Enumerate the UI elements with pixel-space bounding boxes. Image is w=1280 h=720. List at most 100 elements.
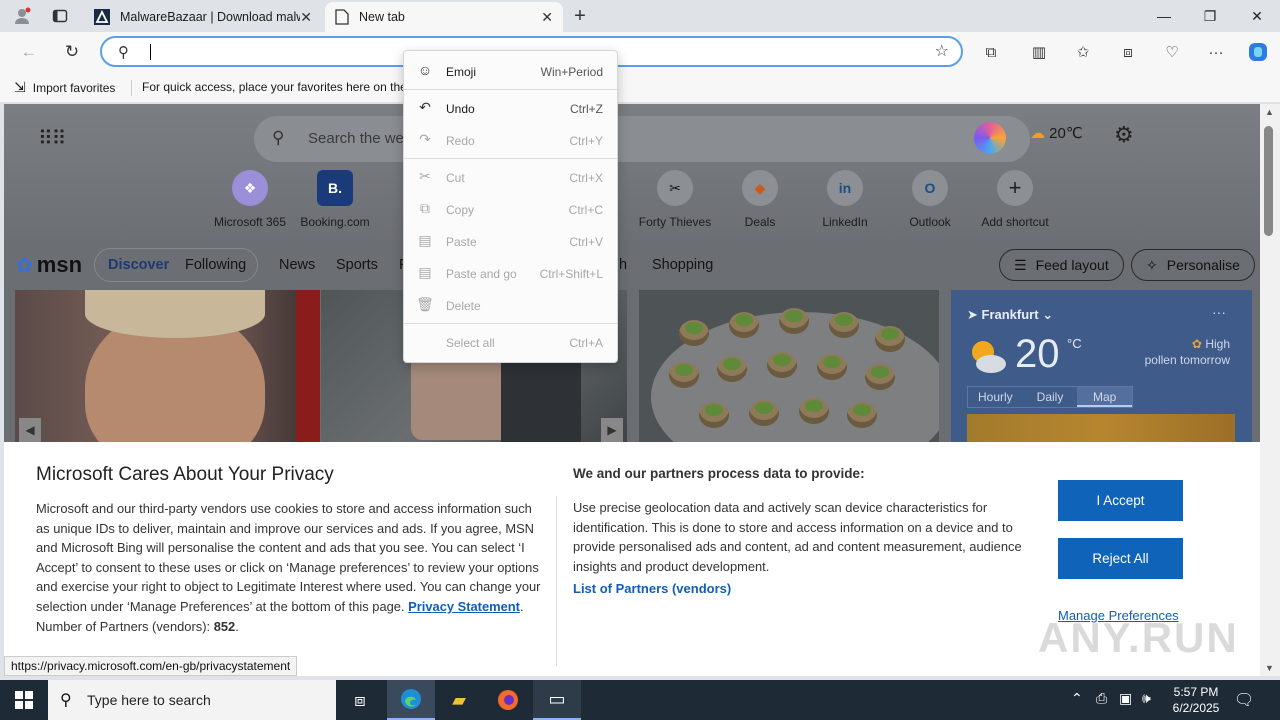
new-tab-icon[interactable]: + bbox=[566, 4, 594, 28]
weather-tab-map[interactable]: Map bbox=[1077, 387, 1133, 407]
booking-icon: B. bbox=[317, 170, 353, 206]
personalise-button[interactable]: ✧ Personalise bbox=[1131, 249, 1255, 281]
menu-item-paste[interactable]: ▤ Paste Ctrl+V bbox=[404, 228, 617, 254]
import-favorites-button[interactable]: ⇲ Import favorites bbox=[14, 79, 115, 96]
shortcut-booking[interactable]: B. Booking.com bbox=[292, 170, 378, 229]
tray-chevron-icon[interactable]: ⌃ bbox=[1071, 690, 1083, 707]
shortcut-label: Deals bbox=[744, 215, 776, 229]
favorite-star-icon[interactable]: ☆ bbox=[935, 41, 949, 61]
copilot-icon[interactable] bbox=[1244, 40, 1272, 64]
scroll-up-icon[interactable]: ▲ bbox=[1265, 107, 1274, 117]
news-card-image[interactable] bbox=[639, 290, 939, 442]
edge-taskbar-icon[interactable] bbox=[387, 680, 435, 720]
reject-all-button[interactable]: Reject All bbox=[1058, 538, 1183, 579]
linkedin-icon: in bbox=[827, 170, 863, 206]
partners-list-link[interactable]: List of Partners (vendors) bbox=[573, 581, 731, 596]
nav-discover[interactable]: Discover bbox=[108, 257, 169, 273]
weather-tab-hourly[interactable]: Hourly bbox=[968, 387, 1023, 407]
weather-location[interactable]: ➤ Frankfurt ⌄ bbox=[967, 307, 1053, 323]
tray-device-icon[interactable]: ⎙ bbox=[1096, 690, 1107, 707]
scrollbar-thumb[interactable] bbox=[1264, 126, 1273, 236]
page-icon bbox=[335, 9, 349, 25]
tab-actions-icon[interactable] bbox=[46, 4, 74, 28]
menu-item-emoji[interactable]: ☺ Emoji Win+Period bbox=[404, 58, 617, 84]
close-tab-icon[interactable]: ✕ bbox=[541, 9, 553, 26]
news-card-image[interactable]: ◀ bbox=[15, 290, 320, 442]
shortcut-label: Microsoft 365 bbox=[213, 215, 287, 229]
feed-layout-button[interactable]: ☰ Feed layout bbox=[999, 249, 1124, 281]
extensions-icon[interactable]: ⧉ bbox=[977, 40, 1005, 64]
split-screen-icon[interactable]: ▥ bbox=[1025, 40, 1053, 64]
collections-icon[interactable]: ⧈ bbox=[1114, 40, 1142, 64]
menu-item-label: Emoji bbox=[446, 65, 477, 79]
back-icon[interactable]: ← bbox=[14, 38, 44, 66]
shortcut-microsoft-365[interactable]: ❖ Microsoft 365 bbox=[207, 170, 293, 229]
refresh-icon[interactable]: ↻ bbox=[57, 38, 87, 66]
menu-item-cut[interactable]: ✂ Cut Ctrl+X bbox=[404, 164, 617, 190]
menu-item-select-all[interactable]: Select all Ctrl+A bbox=[404, 329, 617, 355]
tab-malwarebazaar[interactable]: MalwareBazaar | Download malware samples… bbox=[84, 2, 322, 32]
weather-tab-daily[interactable]: Daily bbox=[1023, 387, 1078, 407]
network-icon[interactable]: ▣ bbox=[1119, 690, 1132, 707]
shortcut-forty-thieves[interactable]: ✂ Forty Thieves bbox=[632, 170, 718, 229]
menu-item-label: Cut bbox=[446, 171, 465, 185]
nav-following[interactable]: Following bbox=[185, 257, 246, 273]
more-options-icon[interactable]: ··· bbox=[1212, 304, 1226, 320]
favorites-icon[interactable]: ✩ bbox=[1069, 40, 1097, 64]
menu-item-paste-and-go[interactable]: ▤ Paste and go Ctrl+Shift+L bbox=[404, 260, 617, 286]
web-search-box[interactable]: ⚲ Search the web bbox=[254, 116, 1030, 162]
malwarebazaar-favicon bbox=[94, 9, 110, 25]
apps-grid-icon[interactable]: ⠿⠿ bbox=[38, 126, 66, 151]
restore-icon[interactable]: ❐ bbox=[1187, 0, 1233, 32]
shortcut-linkedin[interactable]: in LinkedIn bbox=[802, 170, 888, 229]
scroll-down-icon[interactable]: ▼ bbox=[1265, 663, 1274, 673]
weather-card[interactable]: ➤ Frankfurt ⌄ ··· 20 °C ✿ High pollen to… bbox=[951, 290, 1252, 444]
firefox-icon[interactable] bbox=[484, 680, 532, 720]
nav-news[interactable]: News bbox=[279, 257, 315, 273]
shortcut-add[interactable]: + Add shortcut bbox=[972, 170, 1058, 229]
carousel-prev-icon[interactable]: ◀ bbox=[19, 418, 41, 442]
shortcut-outlook[interactable]: O Outlook bbox=[887, 170, 973, 229]
accept-button[interactable]: I Accept bbox=[1058, 480, 1183, 521]
copilot-logo-icon[interactable] bbox=[974, 122, 1006, 154]
food-item bbox=[779, 308, 809, 334]
app-window-icon[interactable]: ▭ bbox=[533, 680, 581, 720]
more-menu-icon[interactable]: ··· bbox=[1202, 40, 1230, 64]
minimize-icon[interactable]: — bbox=[1141, 0, 1187, 32]
page-scrollbar[interactable]: ▲ ▼ bbox=[1260, 104, 1280, 676]
nav-shopping[interactable]: Shopping bbox=[652, 257, 713, 273]
weather-map[interactable] bbox=[967, 414, 1235, 444]
browser-essentials-icon[interactable]: ♡ bbox=[1158, 40, 1186, 64]
search-icon: ⚲ bbox=[60, 692, 72, 709]
menu-item-undo[interactable]: ↶ Undo Ctrl+Z bbox=[404, 95, 617, 121]
close-window-icon[interactable]: ✕ bbox=[1234, 0, 1280, 32]
profile-icon[interactable] bbox=[8, 4, 36, 28]
windows-start-icon[interactable] bbox=[0, 680, 48, 720]
search-icon: ⚲ bbox=[118, 44, 129, 61]
task-view-icon[interactable]: ⧈ bbox=[336, 680, 384, 720]
taskbar-clock[interactable]: 5:57 PM 6/2/2025 bbox=[1166, 684, 1226, 716]
weather-mini[interactable]: ☁ 20℃ bbox=[1030, 124, 1083, 142]
menu-item-copy[interactable]: ⧉ Copy Ctrl+C bbox=[404, 196, 617, 222]
page-settings-icon[interactable]: ⚙ bbox=[1114, 122, 1134, 148]
nav-partial[interactable]: h bbox=[619, 257, 627, 273]
carousel-next-icon[interactable]: ▶ bbox=[601, 418, 623, 442]
menu-item-delete[interactable]: 🗑 Delete bbox=[404, 292, 617, 318]
volume-icon[interactable]: 🕪 bbox=[1142, 690, 1151, 707]
pollen-forecast[interactable]: ✿ High pollen tomorrow bbox=[1145, 336, 1230, 368]
notifications-icon[interactable]: 🗨 bbox=[1234, 690, 1254, 710]
file-explorer-icon[interactable]: ▰ bbox=[435, 680, 483, 720]
nav-sports[interactable]: Sports bbox=[336, 257, 378, 273]
menu-item-shortcut: Ctrl+C bbox=[568, 203, 603, 217]
menu-item-redo[interactable]: ↷ Redo Ctrl+Y bbox=[404, 127, 617, 153]
msn-logo[interactable]: ✿ msn bbox=[16, 252, 82, 278]
food-item bbox=[679, 320, 709, 346]
taskbar-search-box[interactable]: ⚲ Type here to search bbox=[48, 680, 336, 720]
tab-new-tab[interactable]: New tab ✕ bbox=[325, 2, 563, 32]
close-tab-icon[interactable]: ✕ bbox=[300, 9, 312, 26]
shortcut-deals[interactable]: ◆ Deals bbox=[717, 170, 803, 229]
privacy-statement-link[interactable]: Privacy Statement bbox=[408, 599, 520, 614]
taskbar-search-placeholder: Type here to search bbox=[87, 692, 211, 708]
shortcut-label: Outlook bbox=[909, 215, 951, 229]
menu-separator bbox=[404, 158, 617, 159]
